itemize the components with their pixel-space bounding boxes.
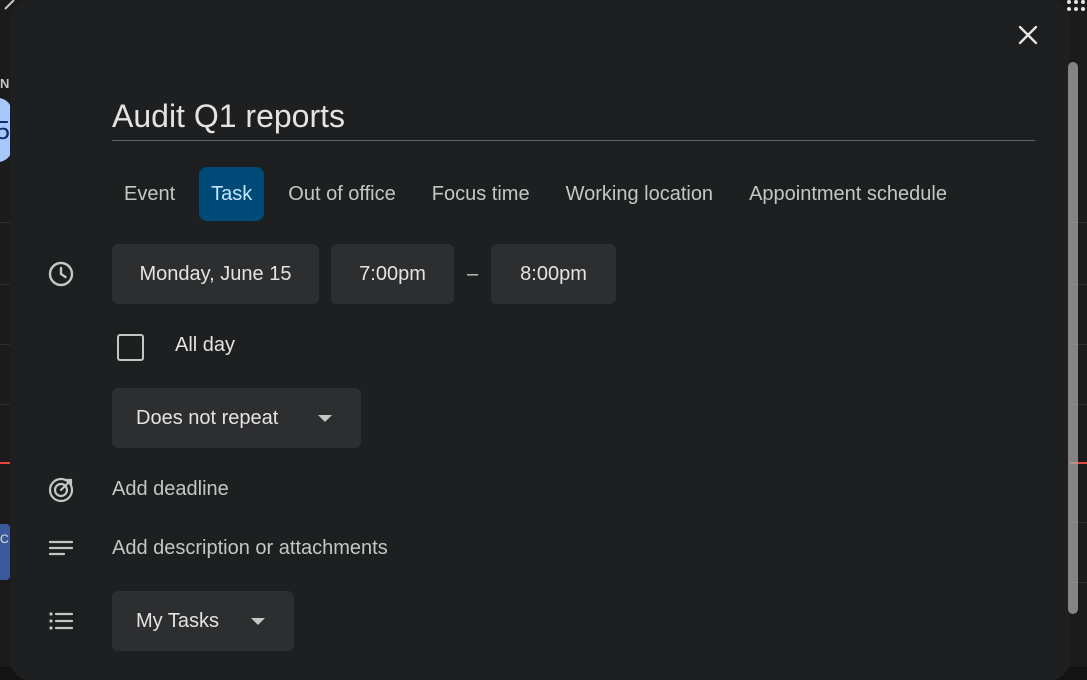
tab-working-location[interactable]: Working location: [554, 167, 725, 221]
scrollbar[interactable]: [1068, 62, 1078, 614]
tab-task[interactable]: Task: [199, 167, 265, 221]
task-list-dropdown[interactable]: My Tasks: [112, 591, 294, 651]
clock-icon: [46, 259, 76, 289]
create-task-dialog: Event Task Out of office Focus time Work…: [10, 0, 1078, 680]
tab-focus-time[interactable]: Focus time: [420, 167, 542, 221]
tab-out-of-office[interactable]: Out of office: [276, 167, 407, 221]
notes-icon: [46, 534, 76, 564]
start-time-button[interactable]: 7:00pm: [331, 244, 454, 304]
caret-down-icon: [251, 618, 265, 625]
tab-event[interactable]: Event: [112, 167, 187, 221]
all-day-label: All day: [175, 334, 236, 356]
add-deadline-button[interactable]: Add deadline: [112, 478, 229, 501]
event-chip[interactable]: C: [0, 524, 10, 580]
repeat-value: Does not repeat: [136, 406, 279, 429]
all-day-checkbox[interactable]: [117, 334, 144, 361]
add-description-button[interactable]: Add description or attachments: [112, 537, 388, 560]
task-list-value: My Tasks: [136, 609, 219, 632]
today-date: 5: [0, 114, 10, 145]
tab-appointment-schedule[interactable]: Appointment schedule: [737, 167, 959, 221]
date-picker-button[interactable]: Monday, June 15: [112, 244, 319, 304]
deadline-icon: [46, 475, 76, 505]
event-chip-text: C: [0, 532, 9, 546]
repeat-dropdown[interactable]: Does not repeat: [112, 388, 361, 448]
end-time-button[interactable]: 8:00pm: [491, 244, 616, 304]
close-icon: [1018, 25, 1038, 45]
apps-grid-icon[interactable]: [1067, 0, 1085, 12]
title-input[interactable]: [112, 92, 1035, 141]
type-tabs: Event Task Out of office Focus time Work…: [112, 167, 971, 221]
close-button[interactable]: [1014, 21, 1042, 49]
list-icon: [46, 606, 76, 636]
day-letter: N: [0, 76, 10, 91]
caret-down-icon: [318, 415, 332, 422]
time-separator: –: [467, 263, 479, 285]
